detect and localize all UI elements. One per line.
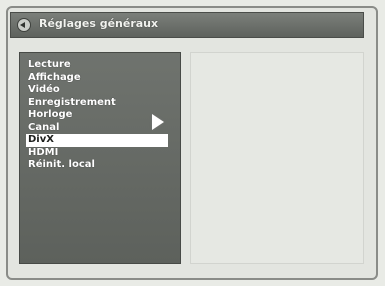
menu-item-horloge[interactable]: Horloge [26,109,168,122]
menu-item-video[interactable]: Vidéo [26,84,168,97]
menu-item-affichage[interactable]: Affichage [26,72,168,85]
menu-item-enregistrement[interactable]: Enregistrement [26,97,168,110]
menu-item-hdmi[interactable]: HDMI [26,147,168,160]
menu-item-divx[interactable]: DivX [26,134,168,147]
page-title: Réglages généraux [39,17,159,30]
menu-item-canal[interactable]: Canal [26,122,168,135]
menu-item-reinit-local[interactable]: Réinit. local [26,159,168,172]
settings-menu: Lecture Affichage Vidéo Enregistrement H… [19,52,181,264]
title-bar: Réglages généraux [10,12,364,38]
back-icon[interactable] [17,18,31,32]
chevron-right-icon[interactable] [152,114,164,130]
submenu-panel [190,52,364,264]
menu-item-lecture[interactable]: Lecture [26,59,168,72]
